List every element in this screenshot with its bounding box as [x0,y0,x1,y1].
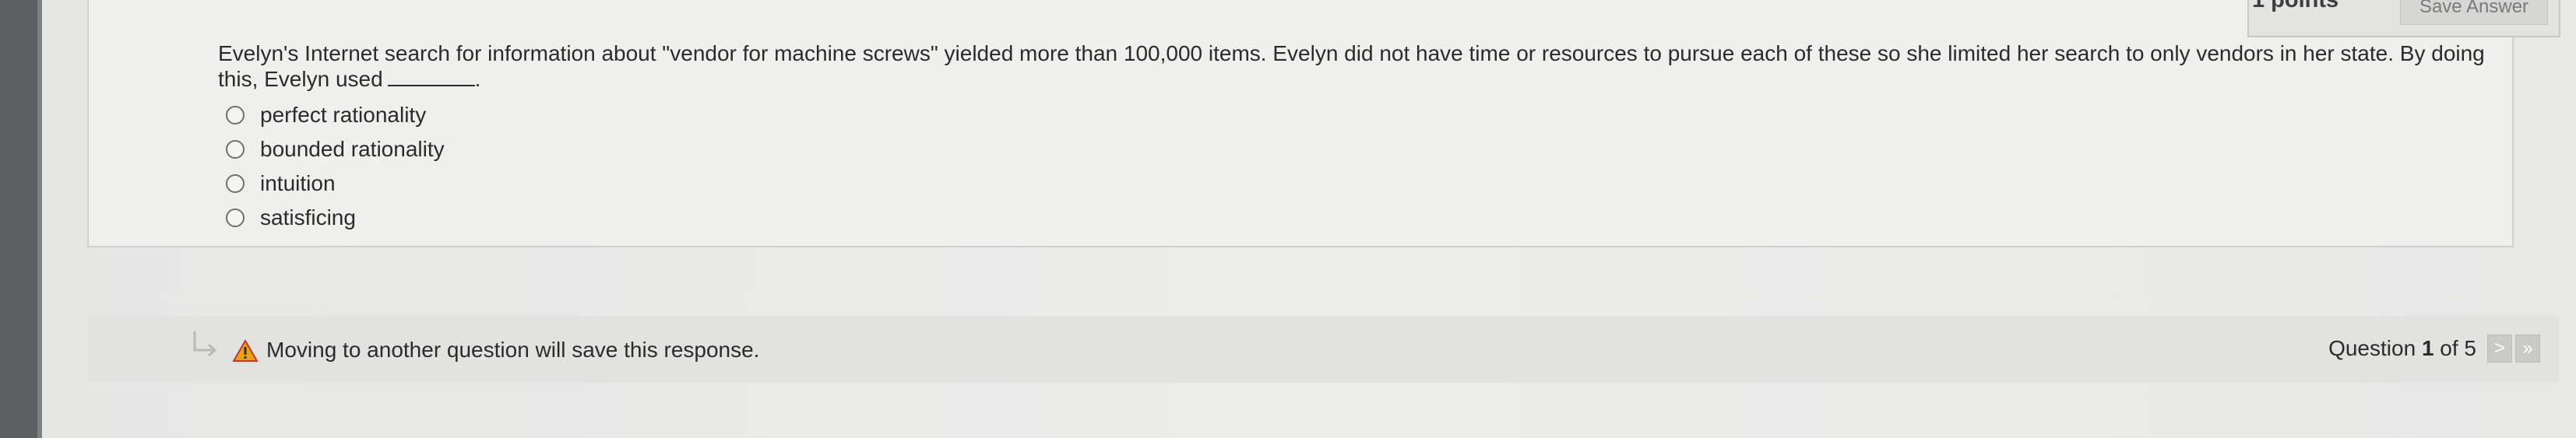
question-counter: Question 1 of 5 [2328,336,2476,361]
question-text: Evelyn's Internet search for information… [218,41,2485,91]
radio-button[interactable] [226,174,245,193]
question-end: . [474,67,481,91]
option-label: bounded rationality [260,137,445,161]
question-suffix: of 5 [2433,336,2476,360]
option-bounded-rationality[interactable]: bounded rationality [226,132,445,166]
return-arrow-icon [193,331,217,357]
points-label: 1 points [2252,0,2339,12]
option-label: intuition [260,171,336,195]
question-navigation: Question 1 of 5 > » [2328,335,2540,363]
radio-button[interactable] [226,140,245,159]
option-satisficing[interactable]: satisficing [226,201,445,235]
answer-options: perfect rationality bounded rationality … [226,98,445,235]
question-prefix: Question [2328,336,2422,360]
question-footer: Moving to another question will save thi… [87,316,2559,383]
option-label: perfect rationality [260,103,427,127]
question-prompt: Evelyn's Internet search for information… [218,40,2507,92]
save-answer-button[interactable]: Save Answer [2400,0,2548,25]
radio-button[interactable] [226,208,245,227]
last-question-button[interactable]: » [2515,335,2540,363]
radio-button[interactable] [226,106,245,124]
left-edge [0,0,42,438]
question-panel [87,0,2514,247]
option-intuition[interactable]: intuition [226,166,445,201]
answer-blank [387,85,475,86]
option-label: satisficing [260,205,356,230]
question-current: 1 [2421,336,2434,360]
option-perfect-rationality[interactable]: perfect rationality [226,98,445,132]
next-question-button[interactable]: > [2487,335,2512,363]
warning-triangle-icon [232,339,259,362]
page: 1 points Save Answer Evelyn's Internet s… [42,0,2576,438]
save-warning-text: Moving to another question will save thi… [266,338,760,362]
